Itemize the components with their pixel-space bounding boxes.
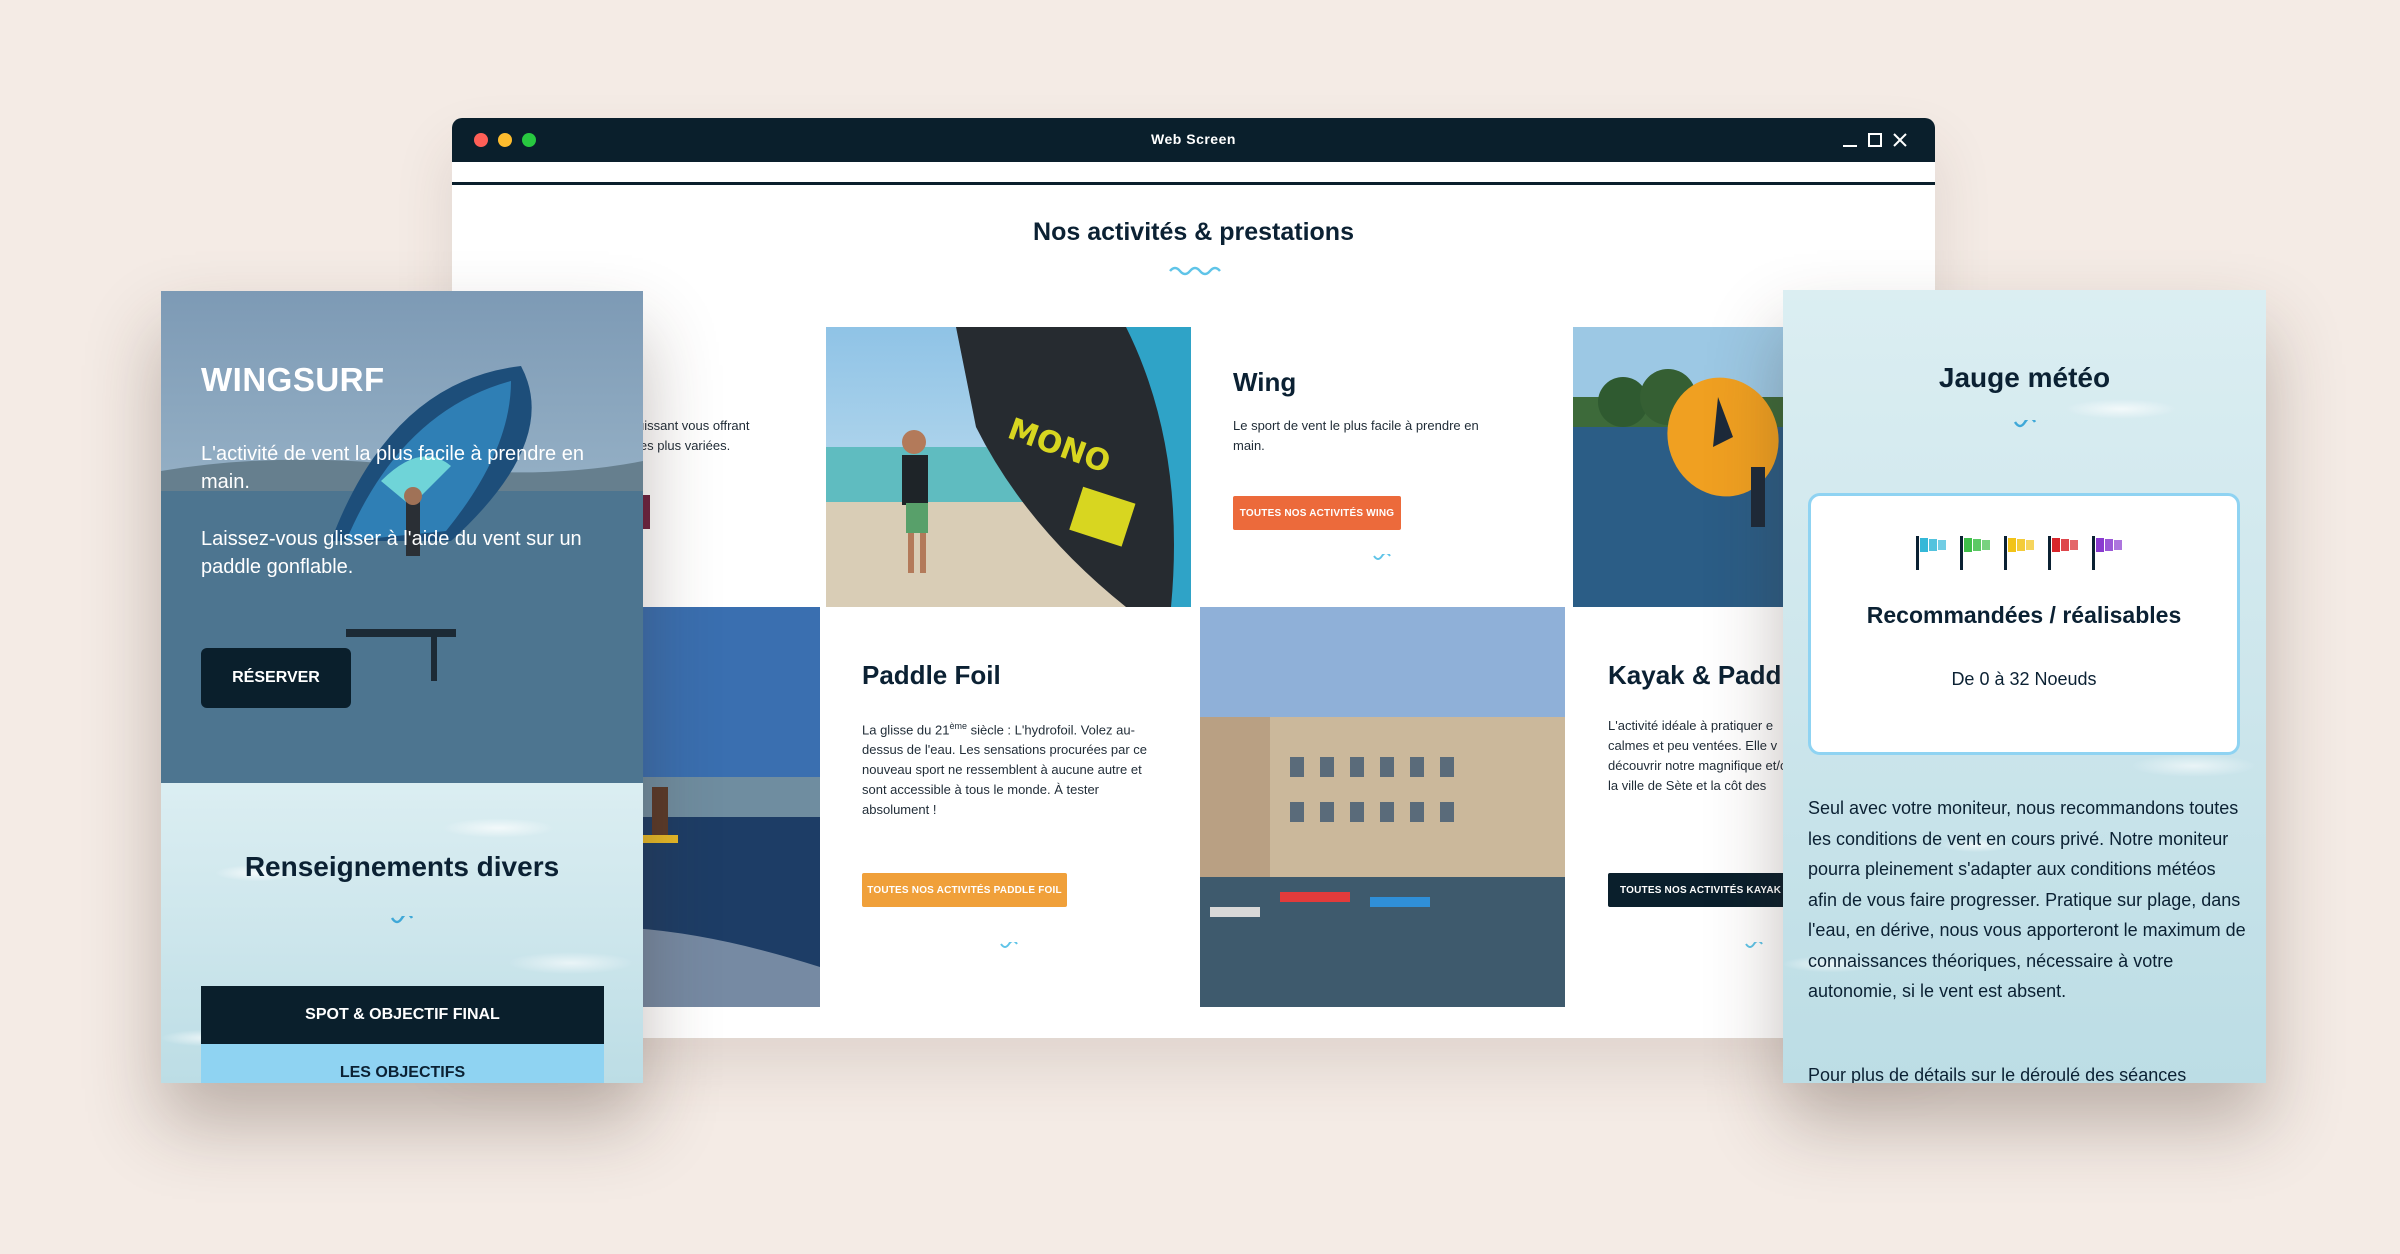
wingsurf-hero-title: WINGSURF [201, 361, 385, 398]
wind-range-label: De 0 à 32 Noeuds [1951, 669, 2097, 689]
windsock-flag-5 [2092, 536, 2122, 570]
paddle-foil-card-text: La glisse du 21ème siècle : L'hydrofoil.… [862, 721, 1148, 818]
windsock-flag-2 [1960, 536, 1990, 570]
mobile-meteo-screen: Jauge météo Recommandées / réalisables D… [1783, 290, 2266, 1083]
details-paragraph: Pour plus de détails sur le déroulé des … [1808, 1065, 2187, 1083]
wingsurf-hero-text-1: L'activité de vent la plus facile à pren… [201, 443, 584, 493]
wingsurf-hero-text-2: Laissez-vous glisser à l'aide du vent su… [201, 528, 582, 578]
kayak-photo [1200, 607, 1565, 1007]
wind-gauge-card: Recommandées / réalisables De 0 à 32 Noe… [1808, 493, 2240, 755]
chevron-down-icon[interactable] [1745, 942, 1763, 950]
wing-activities-button[interactable]: TOUTES NOS ACTIVITÉS WING [1233, 496, 1401, 530]
header-divider [452, 182, 1935, 185]
windsock-flags-icon [1916, 536, 2122, 570]
chevron-down-icon [2013, 420, 2037, 428]
jauge-meteo-title: Jauge météo [1938, 362, 2111, 393]
section-title: Nos activités & prestations [1033, 218, 1354, 246]
windsock-flag-1 [1916, 536, 1946, 570]
minimize-icon[interactable] [1838, 128, 1862, 152]
accordion-objectifs[interactable]: LES OBJECTIFS [201, 1044, 604, 1083]
wave-divider-icon [1169, 266, 1221, 276]
private-lesson-paragraph: Seul avec votre moniteur, nous recommand… [1808, 798, 2246, 1001]
kite-card-text: uissant vous offrant les plus variées. [637, 418, 750, 453]
wing-card-title: Wing [1233, 367, 1297, 397]
window-title: Web Screen [1151, 131, 1236, 147]
chevron-down-icon[interactable] [1373, 554, 1391, 562]
recommendation-label: Recommandées / réalisables [1866, 602, 2182, 628]
renseignements-title: Renseignements divers [244, 851, 560, 882]
chevron-down-icon[interactable] [1000, 942, 1018, 950]
windsock-flag-4 [2048, 536, 2078, 570]
paddle-foil-card-title: Paddle Foil [862, 660, 1001, 690]
paddle-foil-activities-button[interactable]: TOUTES NOS ACTIVITÉS PADDLE FOIL [862, 873, 1067, 907]
kayak-card-title: Kayak & Paddle [1608, 660, 1804, 690]
kayak-activities-button[interactable]: TOUTES NOS ACTIVITÉS KAYAK & P [1608, 873, 1808, 907]
windsock-flag-3 [2004, 536, 2034, 570]
chevron-down-icon [390, 916, 414, 924]
reserve-button[interactable]: RÉSERVER [201, 648, 351, 708]
kayak-card-text: L'activité idéale à pratiquer e calmes e… [1608, 718, 1795, 800]
maximize-icon[interactable] [1863, 128, 1887, 152]
kite-photo: MONO [826, 327, 1191, 607]
browser-window: Web Screen Nos activités & prestations u… [452, 118, 1935, 1038]
wingsurf-hero: WINGSURF L'activité de vent la plus faci… [161, 291, 643, 783]
window-titlebar: Web Screen [452, 118, 1935, 162]
mobile-wingsurf-screen: WINGSURF L'activité de vent la plus faci… [161, 291, 643, 1083]
wing-card-text: Le sport de vent le plus facile à prendr… [1233, 418, 1479, 453]
close-icon[interactable] [1888, 128, 1912, 152]
accordion-spot-objectif[interactable]: SPOT & OBJECTIF FINAL [201, 986, 604, 1044]
